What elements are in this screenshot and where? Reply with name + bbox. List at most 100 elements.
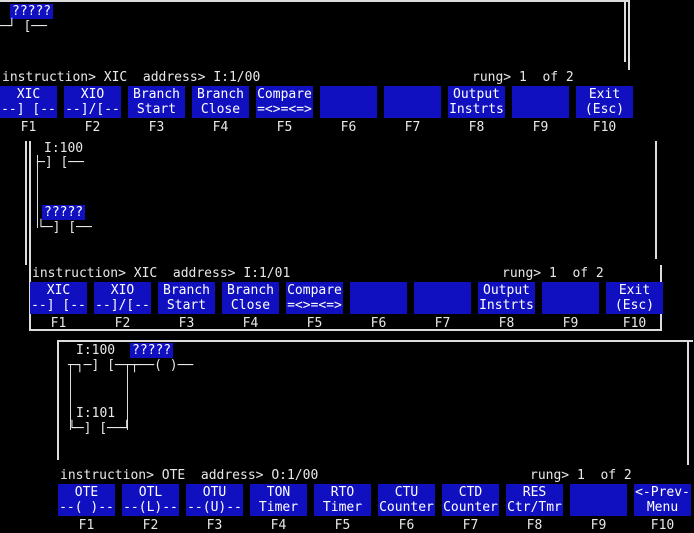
fkey-f8-button[interactable]: Output Instrts xyxy=(478,282,535,314)
fkey-f9-button[interactable] xyxy=(542,282,599,314)
rung-contact[interactable]: ─┘ [── xyxy=(0,19,47,34)
fkey-label-line2: Counter xyxy=(379,500,434,515)
fkey-label-line1: TON xyxy=(266,485,291,500)
fkey-number-label: F2 xyxy=(142,518,159,533)
fkey-number-label: F10 xyxy=(650,518,675,533)
fkey-label-line2: Start xyxy=(136,102,177,117)
fkey-f7-button[interactable] xyxy=(414,282,471,314)
fkey-f8-button[interactable]: Output Instrts xyxy=(448,86,505,118)
fkey-f2-button[interactable]: OTL --(L)-- xyxy=(122,484,179,516)
fkey-label-line2: Timer xyxy=(322,500,363,515)
fkey-f4-button[interactable]: TON Timer xyxy=(250,484,307,516)
fkey-number-label: F8 xyxy=(526,518,543,533)
fkey-label-line2: --(L)-- xyxy=(123,500,178,515)
fkey-label-line2: =<>=<=> xyxy=(257,102,312,117)
fkey-label-line1: OTL xyxy=(138,485,163,500)
fkey-label-line2: --]/[-- xyxy=(95,298,150,313)
rung-indicator: rung> 1 of 2 xyxy=(502,266,604,281)
fkey-f3-button[interactable]: Branch Start xyxy=(128,86,185,118)
fkey-f10-button[interactable]: <-Prev- Menu xyxy=(634,484,691,516)
fkey-label-line2: =<>=<=> xyxy=(287,298,342,313)
address-label-i100: I:100 xyxy=(44,141,84,156)
fkey-label-line2: --(U)-- xyxy=(187,500,242,515)
fkey-f6-button[interactable] xyxy=(320,86,377,118)
fkey-f7-button[interactable] xyxy=(384,86,441,118)
fkey-label-line2: --] [-- xyxy=(1,102,56,117)
fkey-label-line2: (Esc) xyxy=(584,102,625,117)
fkey-number-label: F1 xyxy=(50,316,67,331)
fkey-f9-button[interactable] xyxy=(512,86,569,118)
fkey-f3-button[interactable]: OTU --(U)-- xyxy=(186,484,243,516)
fkey-f3-button[interactable]: Branch Start xyxy=(158,282,215,314)
fkey-f7-button[interactable]: CTD Counter xyxy=(442,484,499,516)
fkey-label-line1: Output xyxy=(483,283,530,298)
fkey-label-line2: Menu xyxy=(646,500,679,515)
fkey-number-label: F9 xyxy=(590,518,607,533)
fkey-label-line2: Counter xyxy=(443,500,498,515)
fkey-number-label: F5 xyxy=(276,120,293,135)
fkey-label-line1: RTO xyxy=(330,485,355,500)
panel-1-right-border xyxy=(624,0,626,62)
unassigned-tag-label[interactable]: ????? xyxy=(10,4,54,19)
instruction-prompt: instruction> XIC address> I:1/00 xyxy=(2,70,261,85)
fkey-number-label: F8 xyxy=(468,120,485,135)
fkey-label-line1: XIO xyxy=(110,283,135,298)
fkey-number-label: F2 xyxy=(114,316,131,331)
address-label-i101: I:101 xyxy=(76,406,116,421)
fkey-f10-button[interactable]: Exit (Esc) xyxy=(576,86,633,118)
fkey-label-line2: Ctr/Tmr xyxy=(507,500,562,515)
fkey-label-line1: <-Prev- xyxy=(635,485,690,500)
contact-xic-branch[interactable]: └─] [──┘ xyxy=(68,421,131,436)
fkey-number-label: F3 xyxy=(178,316,195,331)
fkey-f5-button[interactable]: RTO Timer xyxy=(314,484,371,516)
fkey-label-line1: CTD xyxy=(458,485,483,500)
contact-xic-1[interactable]: ─] [── xyxy=(37,155,84,170)
fkey-number-label: F2 xyxy=(84,120,101,135)
fkey-label-line1: Branch xyxy=(227,283,274,298)
fkey-number-label: F4 xyxy=(242,316,259,331)
fkey-number-label: F1 xyxy=(78,518,95,533)
fkey-label-line1: XIO xyxy=(80,87,105,102)
fkey-number-label: F6 xyxy=(370,316,387,331)
fkey-label-line1: OTE xyxy=(74,485,99,500)
fkey-label-line1: CTU xyxy=(394,485,419,500)
unassigned-tag-label[interactable]: ????? xyxy=(42,205,86,220)
fkey-label-line1: XIC xyxy=(16,87,41,102)
rung-indicator: rung> 1 of 2 xyxy=(530,468,632,483)
fkey-f4-button[interactable]: Branch Close xyxy=(192,86,249,118)
panel-1-top-border xyxy=(0,0,630,2)
fkey-number-label: F7 xyxy=(462,518,479,533)
fkey-f9-button[interactable] xyxy=(570,484,627,516)
panel-1-right-rail xyxy=(628,0,630,70)
fkey-number-label: F3 xyxy=(206,518,223,533)
fkey-f8-button[interactable]: RES Ctr/Tmr xyxy=(506,484,563,516)
fkey-f5-button[interactable]: Compare =<>=<=> xyxy=(256,86,313,118)
fkey-f5-button[interactable]: Compare =<>=<=> xyxy=(286,282,343,314)
fkey-f2-button[interactable]: XIO --]/[-- xyxy=(64,86,121,118)
fkey-number-label: F1 xyxy=(20,120,37,135)
fkey-number-label: F6 xyxy=(340,120,357,135)
fkey-f2-button[interactable]: XIO --]/[-- xyxy=(94,282,151,314)
fkey-f6-button[interactable] xyxy=(350,282,407,314)
fkey-label-line2: (Esc) xyxy=(614,298,655,313)
fkey-f10-button[interactable]: Exit (Esc) xyxy=(606,282,663,314)
fkey-number-label: F5 xyxy=(306,316,323,331)
fkey-label-line2: --]/[-- xyxy=(65,102,120,117)
fkey-f4-button[interactable]: Branch Close xyxy=(222,282,279,314)
fkey-f1-button[interactable]: OTE --( )-- xyxy=(58,484,115,516)
fkey-label-line1: Branch xyxy=(133,87,180,102)
instruction-prompt: instruction> OTE address> O:1/00 xyxy=(60,468,319,483)
fkey-f1-button[interactable]: XIC --] [-- xyxy=(30,282,87,314)
panel-2-right-border xyxy=(655,141,657,259)
fkey-number-label: F7 xyxy=(404,120,421,135)
fkey-number-label: F8 xyxy=(498,316,515,331)
contact-xic-2[interactable]: └─] [── xyxy=(37,220,92,235)
branch-rung-line[interactable]: ─┐─] [──┬──( )── xyxy=(68,358,193,373)
fkey-number-label: F6 xyxy=(398,518,415,533)
fkey-label-line2: --( )-- xyxy=(59,500,114,515)
fkey-f1-button[interactable]: XIC --] [-- xyxy=(0,86,57,118)
unassigned-tag-label[interactable]: ????? xyxy=(130,343,174,358)
fkey-number-label: F7 xyxy=(434,316,451,331)
fkey-label-line1: XIC xyxy=(46,283,71,298)
fkey-f6-button[interactable]: CTU Counter xyxy=(378,484,435,516)
